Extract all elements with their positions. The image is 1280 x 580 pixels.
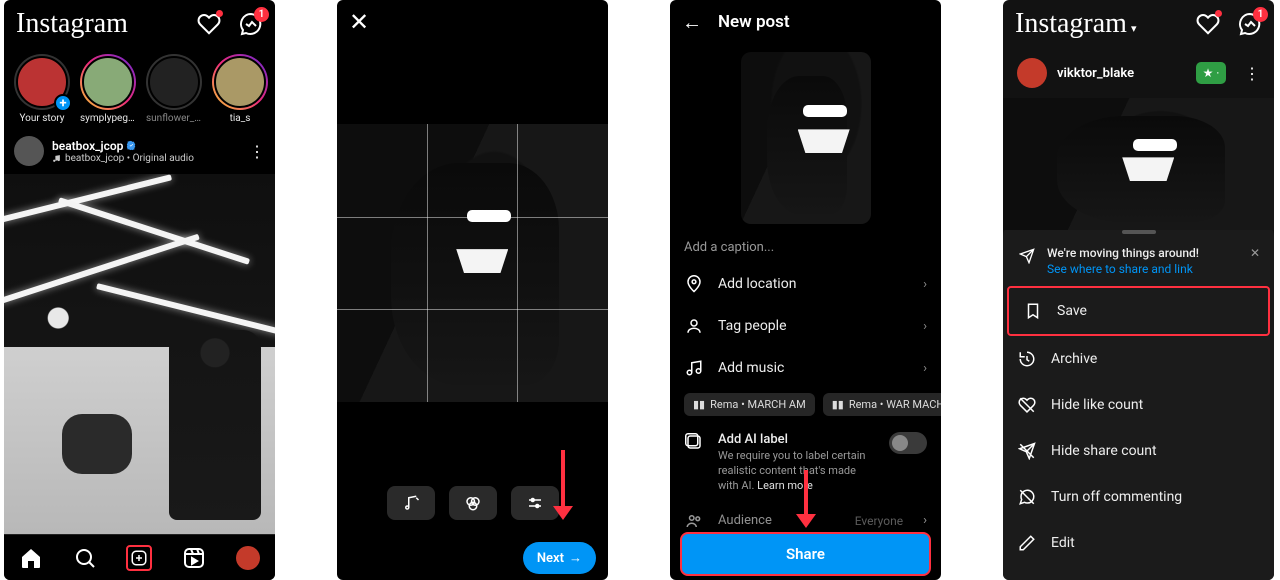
post-audio-label[interactable]: beatbox_jcop • Original audio (52, 153, 194, 164)
audience-icon (684, 511, 704, 531)
editor-header: ✕ (337, 0, 608, 44)
hide-share-icon (1017, 441, 1037, 461)
screen-new-post: ← New post Add a caption... Add location… (670, 0, 941, 580)
screen-crop-editor: ✕ Next→ (337, 0, 608, 580)
add-story-icon[interactable]: + (54, 94, 72, 112)
notification-dot (216, 10, 223, 17)
audio-suggestions: ▮▮ Rema • MARCH AM ▮▮ Rema • WAR MACHINE (670, 389, 941, 424)
chevron-right-icon: › (923, 361, 927, 376)
menu-hide-share-count[interactable]: Hide share count (1003, 428, 1274, 474)
screen-home-feed: Instagram 1 + Your story symplypeggie_ s… (4, 0, 275, 580)
bookmark-icon (1023, 301, 1043, 321)
post-more-icon[interactable]: ⋮ (249, 142, 265, 161)
notifications-icon[interactable] (1196, 12, 1220, 36)
instagram-logo[interactable]: Instagram (16, 8, 128, 40)
more-icon[interactable]: ⋮ (1244, 64, 1260, 83)
messenger-badge: 1 (254, 7, 269, 22)
chevron-right-icon: › (923, 277, 927, 292)
nav-reels-icon[interactable] (181, 545, 207, 571)
post-author-row[interactable]: vikktor_blake ★ · ⋮ (1003, 48, 1274, 98)
back-icon[interactable]: ← (682, 10, 702, 35)
music-tool-icon[interactable] (387, 486, 435, 520)
verified-icon (126, 140, 137, 151)
see-where-link[interactable]: See where to share and link (1047, 262, 1199, 276)
menu-archive[interactable]: Archive (1003, 336, 1274, 382)
adjust-tool-icon[interactable] (511, 486, 559, 520)
next-button[interactable]: Next→ (523, 542, 596, 574)
info-banner: We're moving things around! See where to… (1003, 234, 1274, 286)
menu-hide-like-count[interactable]: Hide like count (1003, 382, 1274, 428)
story-your-story[interactable]: + Your story (14, 54, 70, 124)
home-header: Instagram 1 (4, 0, 275, 48)
messenger-badge: 1 (1253, 7, 1268, 22)
chevron-right-icon: › (923, 319, 927, 334)
feed-post-image[interactable] (4, 174, 275, 534)
notifications-icon[interactable] (197, 12, 221, 36)
username[interactable]: vikktor_blake (1057, 66, 1134, 81)
instagram-logo[interactable]: Instagram▾ (1015, 8, 1137, 40)
music-note-icon (52, 154, 61, 163)
post-header[interactable]: beatbox_jcop beatbox_jcop • Original aud… (4, 128, 275, 174)
new-post-header: ← New post (670, 0, 941, 44)
ai-label-icon (684, 432, 704, 452)
menu-edit[interactable]: Edit (1003, 520, 1274, 566)
page-title: New post (718, 12, 790, 32)
story-item[interactable]: sunflower_ya... (146, 54, 202, 124)
nav-search-icon[interactable] (72, 545, 98, 571)
nav-create-icon[interactable] (126, 545, 152, 571)
audio-suggestion-chip[interactable]: ▮▮ Rema • MARCH AM (684, 393, 815, 416)
add-music-row[interactable]: Add music› (670, 347, 941, 389)
comment-off-icon (1017, 487, 1037, 507)
edit-icon (1017, 533, 1037, 553)
post-username[interactable]: beatbox_jcop (52, 139, 194, 153)
hide-like-icon (1017, 395, 1037, 415)
messenger-icon[interactable]: 1 (239, 12, 263, 36)
story-item[interactable]: tia_s (212, 54, 268, 124)
messenger-icon[interactable]: 1 (1238, 12, 1262, 36)
share-button[interactable]: Share (680, 532, 931, 576)
nav-home-icon[interactable] (18, 545, 44, 571)
caption-input[interactable]: Add a caption... (670, 232, 941, 263)
post-avatar[interactable] (14, 136, 44, 166)
crop-preview[interactable] (337, 124, 608, 402)
post-image[interactable] (1003, 98, 1274, 230)
chevron-down-icon[interactable]: ▾ (1131, 23, 1137, 35)
send-icon (1017, 246, 1037, 266)
avatar[interactable] (1017, 58, 1047, 88)
home-header: Instagram▾ 1 (1003, 0, 1274, 48)
notification-dot (1215, 10, 1222, 17)
tag-people-row[interactable]: Tag people› (670, 305, 941, 347)
audio-suggestion-chip[interactable]: ▮▮ Rema • WAR MACHINE (823, 393, 941, 416)
add-location-row[interactable]: Add location› (670, 263, 941, 305)
bottom-nav (4, 534, 275, 580)
menu-save[interactable]: Save (1007, 286, 1270, 336)
story-item[interactable]: symplypeggie_ (80, 54, 136, 124)
menu-turn-off-commenting[interactable]: Turn off commenting (1003, 474, 1274, 520)
tutorial-arrow (799, 470, 813, 528)
tutorial-arrow (556, 450, 570, 520)
music-icon (684, 358, 704, 378)
close-icon[interactable]: ✕ (349, 8, 369, 36)
filter-tool-icon[interactable] (449, 486, 497, 520)
dismiss-icon[interactable]: ✕ (1250, 246, 1260, 276)
tag-people-icon (684, 316, 704, 336)
stories-row[interactable]: + Your story symplypeggie_ sunflower_ya.… (4, 48, 275, 128)
archive-icon (1017, 349, 1037, 369)
close-friends-badge[interactable]: ★ · (1196, 62, 1226, 84)
location-icon (684, 274, 704, 294)
ai-label-toggle[interactable] (889, 432, 927, 454)
post-thumbnail[interactable] (741, 52, 871, 224)
screen-post-options: Instagram▾ 1 vikktor_blake ★ · ⋮ We're m… (1003, 0, 1274, 580)
chevron-right-icon: › (923, 513, 927, 528)
nav-profile-icon[interactable] (235, 545, 261, 571)
